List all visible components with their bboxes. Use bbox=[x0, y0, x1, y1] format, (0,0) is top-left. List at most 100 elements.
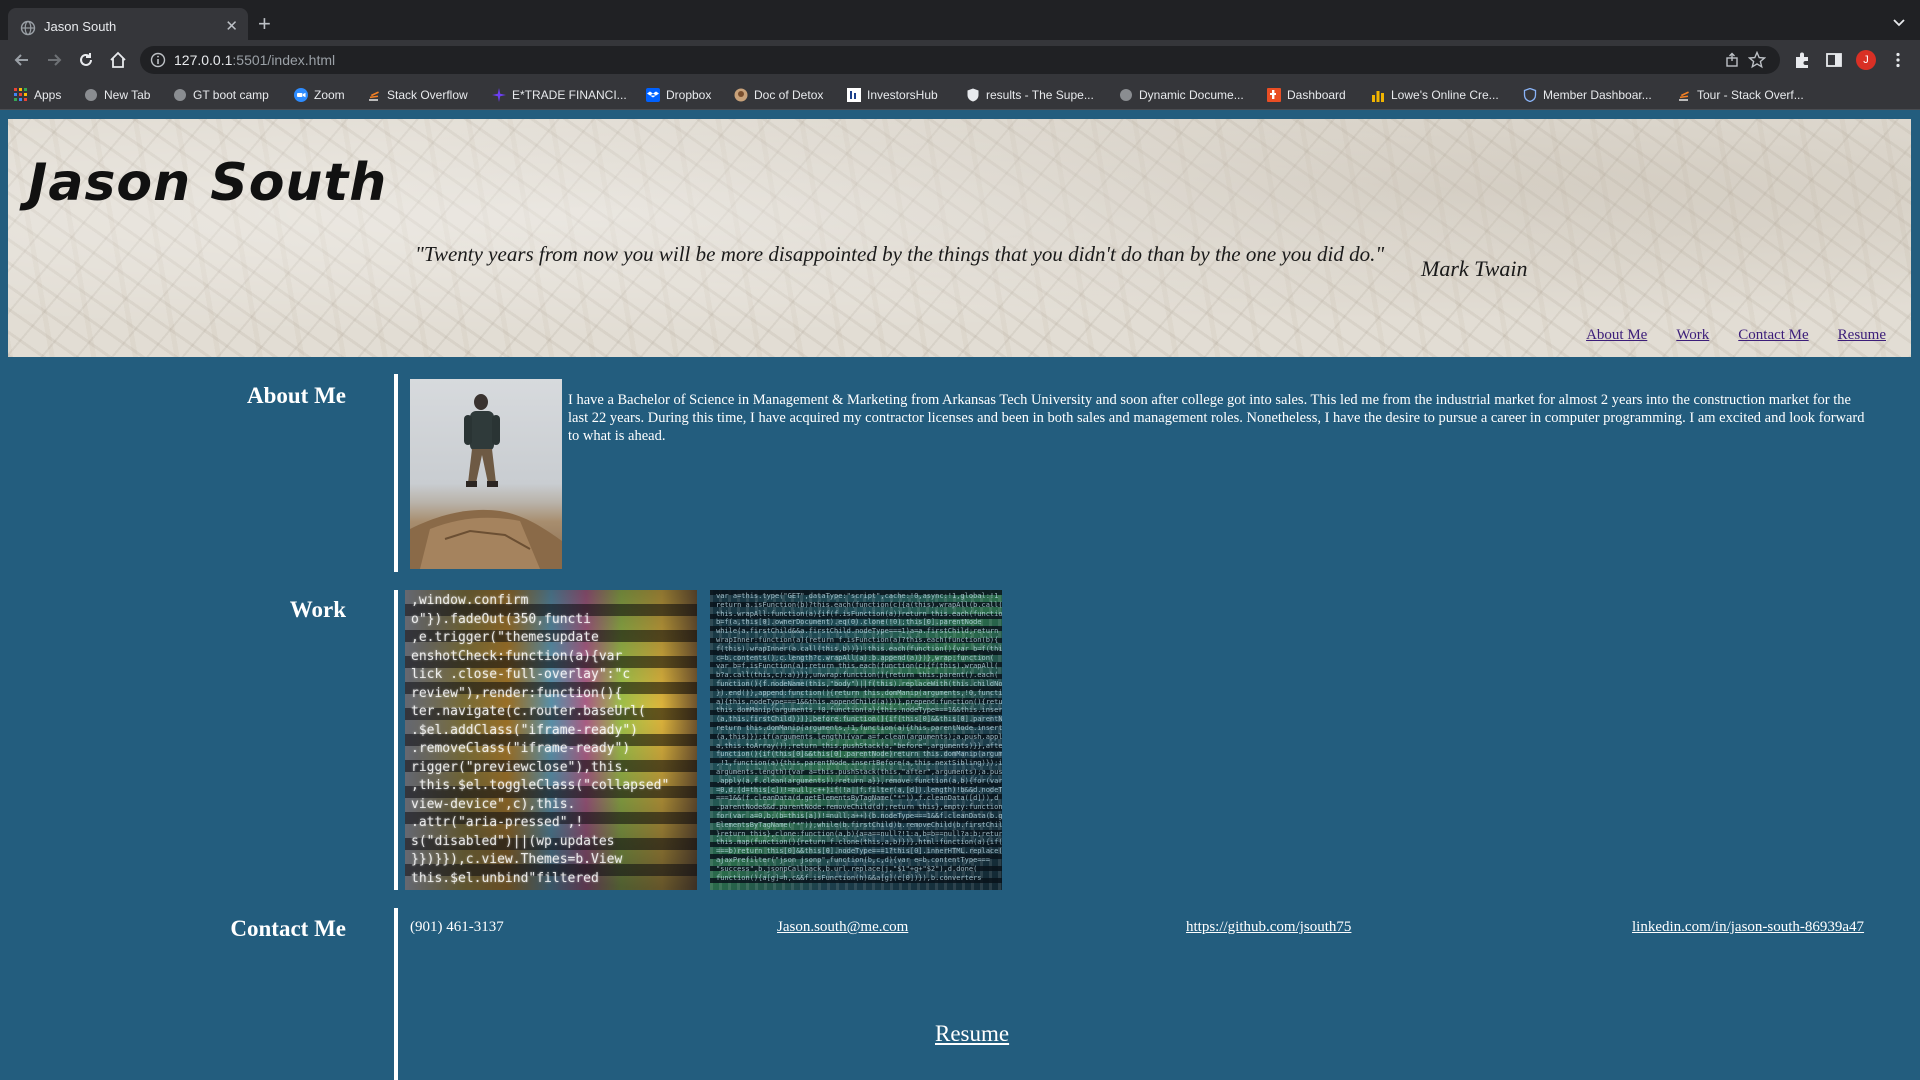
work-project-image-2[interactable]: var a=this.type("GET",dataType:"script",… bbox=[710, 590, 1002, 890]
bookmark-new-tab[interactable]: New Tab bbox=[84, 86, 150, 104]
bookmark-label: Dynamic Docume... bbox=[1139, 88, 1244, 102]
new-tab-button[interactable]: + bbox=[258, 12, 271, 36]
bookmark-lowes-online[interactable]: Lowe's Online Cre... bbox=[1371, 86, 1499, 104]
bookmark-label: Doc of Detox bbox=[754, 88, 824, 102]
contact-email-link[interactable]: Jason.south@me.com bbox=[777, 919, 908, 936]
site-title: Jason South bbox=[28, 153, 388, 213]
bookmark-star-icon[interactable] bbox=[1748, 51, 1766, 69]
investorshub-icon bbox=[847, 88, 861, 102]
resume-link[interactable]: Resume bbox=[935, 1021, 1009, 1047]
share-icon[interactable] bbox=[1724, 52, 1740, 68]
shield-icon bbox=[967, 88, 979, 102]
zoom-video-icon bbox=[294, 88, 308, 102]
bookmark-etrade[interactable]: E*TRADE FINANCI... bbox=[492, 86, 627, 104]
globe-icon bbox=[1120, 89, 1132, 101]
code-line: }return this},clone:function(a,b){a=a==n… bbox=[716, 829, 1002, 838]
bookmark-apps[interactable]: Apps bbox=[14, 86, 61, 104]
bookmark-label: Tour - Stack Overf... bbox=[1697, 88, 1804, 102]
bookmark-dropbox[interactable]: Dropbox bbox=[646, 86, 711, 104]
page-content: Jason South "Twenty years from now you w… bbox=[0, 111, 1920, 1080]
bookmark-label: Dropbox bbox=[666, 88, 712, 102]
code-line: var b=f.isFunction(a);return this.each(f… bbox=[716, 662, 999, 671]
code-line: this.wrapAll:function(a){if(f.isFunction… bbox=[716, 609, 1002, 618]
bookmark-dynamic-documents[interactable]: Dynamic Docume... bbox=[1119, 86, 1244, 104]
bookmark-label: Zoom bbox=[314, 88, 345, 102]
globe-icon bbox=[85, 89, 97, 101]
bookmark-investorshub[interactable]: InvestorsHub bbox=[847, 86, 938, 104]
bookmark-gt-boot-camp[interactable]: GT boot camp bbox=[173, 86, 269, 104]
contact-github-link[interactable]: https://github.com/jsouth75 bbox=[1186, 919, 1351, 936]
code-line: "success",b.jsonpCallback,b.url.replace(… bbox=[716, 864, 978, 873]
home-icon[interactable] bbox=[108, 50, 128, 70]
nav-contact-me[interactable]: Contact Me bbox=[1738, 327, 1808, 344]
contact-linkedin-link[interactable]: linkedin.com/in/jason-south-86939a47 bbox=[1632, 919, 1864, 936]
side-panel-icon[interactable] bbox=[1824, 50, 1844, 70]
code-line: this.map(function(){return f.clone(this,… bbox=[716, 838, 1002, 847]
code-line: ajaxPrefilter("json jsonp",function(b,c,… bbox=[716, 856, 990, 864]
doc-of-detox-icon bbox=[734, 88, 748, 102]
code-line: return this.domManip(arguments,!1,functi… bbox=[716, 724, 1002, 732]
code-line: for(var a=0,b;(b=this[a])!=null;a++){b.n… bbox=[716, 812, 1002, 820]
bookmark-label: Lowe's Online Cre... bbox=[1391, 88, 1499, 102]
contact-divider bbox=[394, 908, 398, 1080]
code-line: while(a.firstChild&&a.firstChild.nodeTyp… bbox=[716, 627, 999, 636]
code-line: }})}}),c.view.Themes=b.View bbox=[411, 852, 623, 867]
nav-work[interactable]: Work bbox=[1676, 327, 1709, 344]
stack-overflow-icon bbox=[369, 91, 379, 101]
code-line: arguments.length){var a=this.pushStack(t… bbox=[716, 768, 1002, 776]
shield-icon bbox=[1523, 88, 1537, 102]
extensions-puzzle-icon[interactable] bbox=[1792, 50, 1812, 70]
bookmark-results-supe[interactable]: results - The Supe... bbox=[966, 86, 1094, 104]
profile-avatar[interactable]: J bbox=[1856, 50, 1876, 70]
code-line: function(){if(this[0]&&this[0].parentNod… bbox=[716, 750, 1002, 759]
bookmark-label: Member Dashboar... bbox=[1543, 88, 1652, 102]
code-line: ===1&&(f.cleanData(d.getElementsByTagNam… bbox=[716, 794, 999, 803]
code-line: (a,this)});if(arguments.length){var a=f.… bbox=[716, 732, 1002, 741]
contact-phone: (901) 461-3137 bbox=[410, 919, 504, 935]
code-line: ,!1,function(a){this.parentNode.insertBe… bbox=[716, 759, 1002, 768]
url-text: 127.0.0.1:5501/index.html bbox=[174, 52, 335, 68]
code-line: s("disabled")||(wp.updates bbox=[411, 833, 615, 849]
code-line: this.domManip(arguments,!0,function(a){t… bbox=[716, 706, 1002, 715]
site-header: Jason South "Twenty years from now you w… bbox=[8, 119, 1911, 357]
code-line: a){this.nodeType===1&&this.appendChild(a… bbox=[716, 697, 1002, 706]
close-tab-icon[interactable]: ✕ bbox=[225, 17, 238, 35]
dropbox-icon bbox=[646, 88, 660, 102]
bookmark-label: Stack Overflow bbox=[387, 88, 468, 102]
code-line: enshotCheck:function(a){var bbox=[411, 648, 623, 664]
code-line: this.$el.unbind"filtered bbox=[411, 870, 599, 886]
work-project-image-1[interactable]: ,window.confirm o"}).fadeOut(350,functi ,e… bbox=[405, 590, 697, 890]
bookmark-stack-overflow[interactable]: Stack Overflow bbox=[367, 86, 468, 104]
code-line: (a,this.firstChild)})},before:function()… bbox=[716, 715, 1002, 724]
code-line: .apply(a,f.clean(arguments));return a}},… bbox=[716, 776, 1002, 785]
code-line: return a.isFunction(b)?this.each(functio… bbox=[716, 600, 1002, 609]
about-divider bbox=[394, 374, 398, 572]
code-line: .$el.addClass("iframe-ready") bbox=[411, 722, 638, 738]
code-line: review"),render:function(){ bbox=[411, 685, 623, 701]
code-line: ,window.confirm bbox=[411, 593, 529, 608]
bookmark-doc-of-detox[interactable]: Doc of Detox bbox=[734, 86, 823, 104]
code-line: .removeClass("iframe-ready") bbox=[411, 741, 631, 756]
bookmark-zoom[interactable]: Zoom bbox=[294, 86, 345, 104]
code-line: }).end()},append:function(){return this.… bbox=[716, 688, 1002, 697]
bookmark-tour-stack-overflow[interactable]: Tour - Stack Overf... bbox=[1677, 86, 1804, 104]
forward-arrow-icon[interactable] bbox=[44, 50, 64, 70]
more-vertical-icon[interactable] bbox=[1888, 50, 1908, 70]
chevron-down-icon[interactable] bbox=[1892, 16, 1906, 30]
bookmark-member-dashboard[interactable]: Member Dashboar... bbox=[1523, 86, 1652, 104]
code-line: view-device",c),this. bbox=[411, 796, 576, 812]
code-line: =0,d;(d=this[c])!=null;c++)if(!a||f.filt… bbox=[716, 785, 1002, 794]
bookmark-dashboard[interactable]: Dashboard bbox=[1267, 86, 1346, 104]
nav-resume[interactable]: Resume bbox=[1838, 327, 1886, 344]
back-arrow-icon[interactable] bbox=[12, 50, 32, 70]
bookmark-label: Apps bbox=[34, 88, 62, 102]
code-line: ter.navigate(c.router.baseUrl( bbox=[411, 704, 646, 719]
browser-toolbar: 127.0.0.1:5501/index.html J bbox=[0, 40, 1920, 80]
nav-about-me[interactable]: About Me bbox=[1586, 327, 1647, 344]
code-line: wrapInner:function(a){return f.isFunctio… bbox=[716, 636, 999, 644]
url-host: 127.0.0.1 bbox=[174, 52, 233, 68]
reload-icon[interactable] bbox=[76, 50, 96, 70]
address-bar[interactable]: 127.0.0.1:5501/index.html bbox=[140, 46, 1780, 74]
info-icon[interactable] bbox=[150, 52, 166, 68]
quote-author: Mark Twain bbox=[1421, 256, 1528, 281]
